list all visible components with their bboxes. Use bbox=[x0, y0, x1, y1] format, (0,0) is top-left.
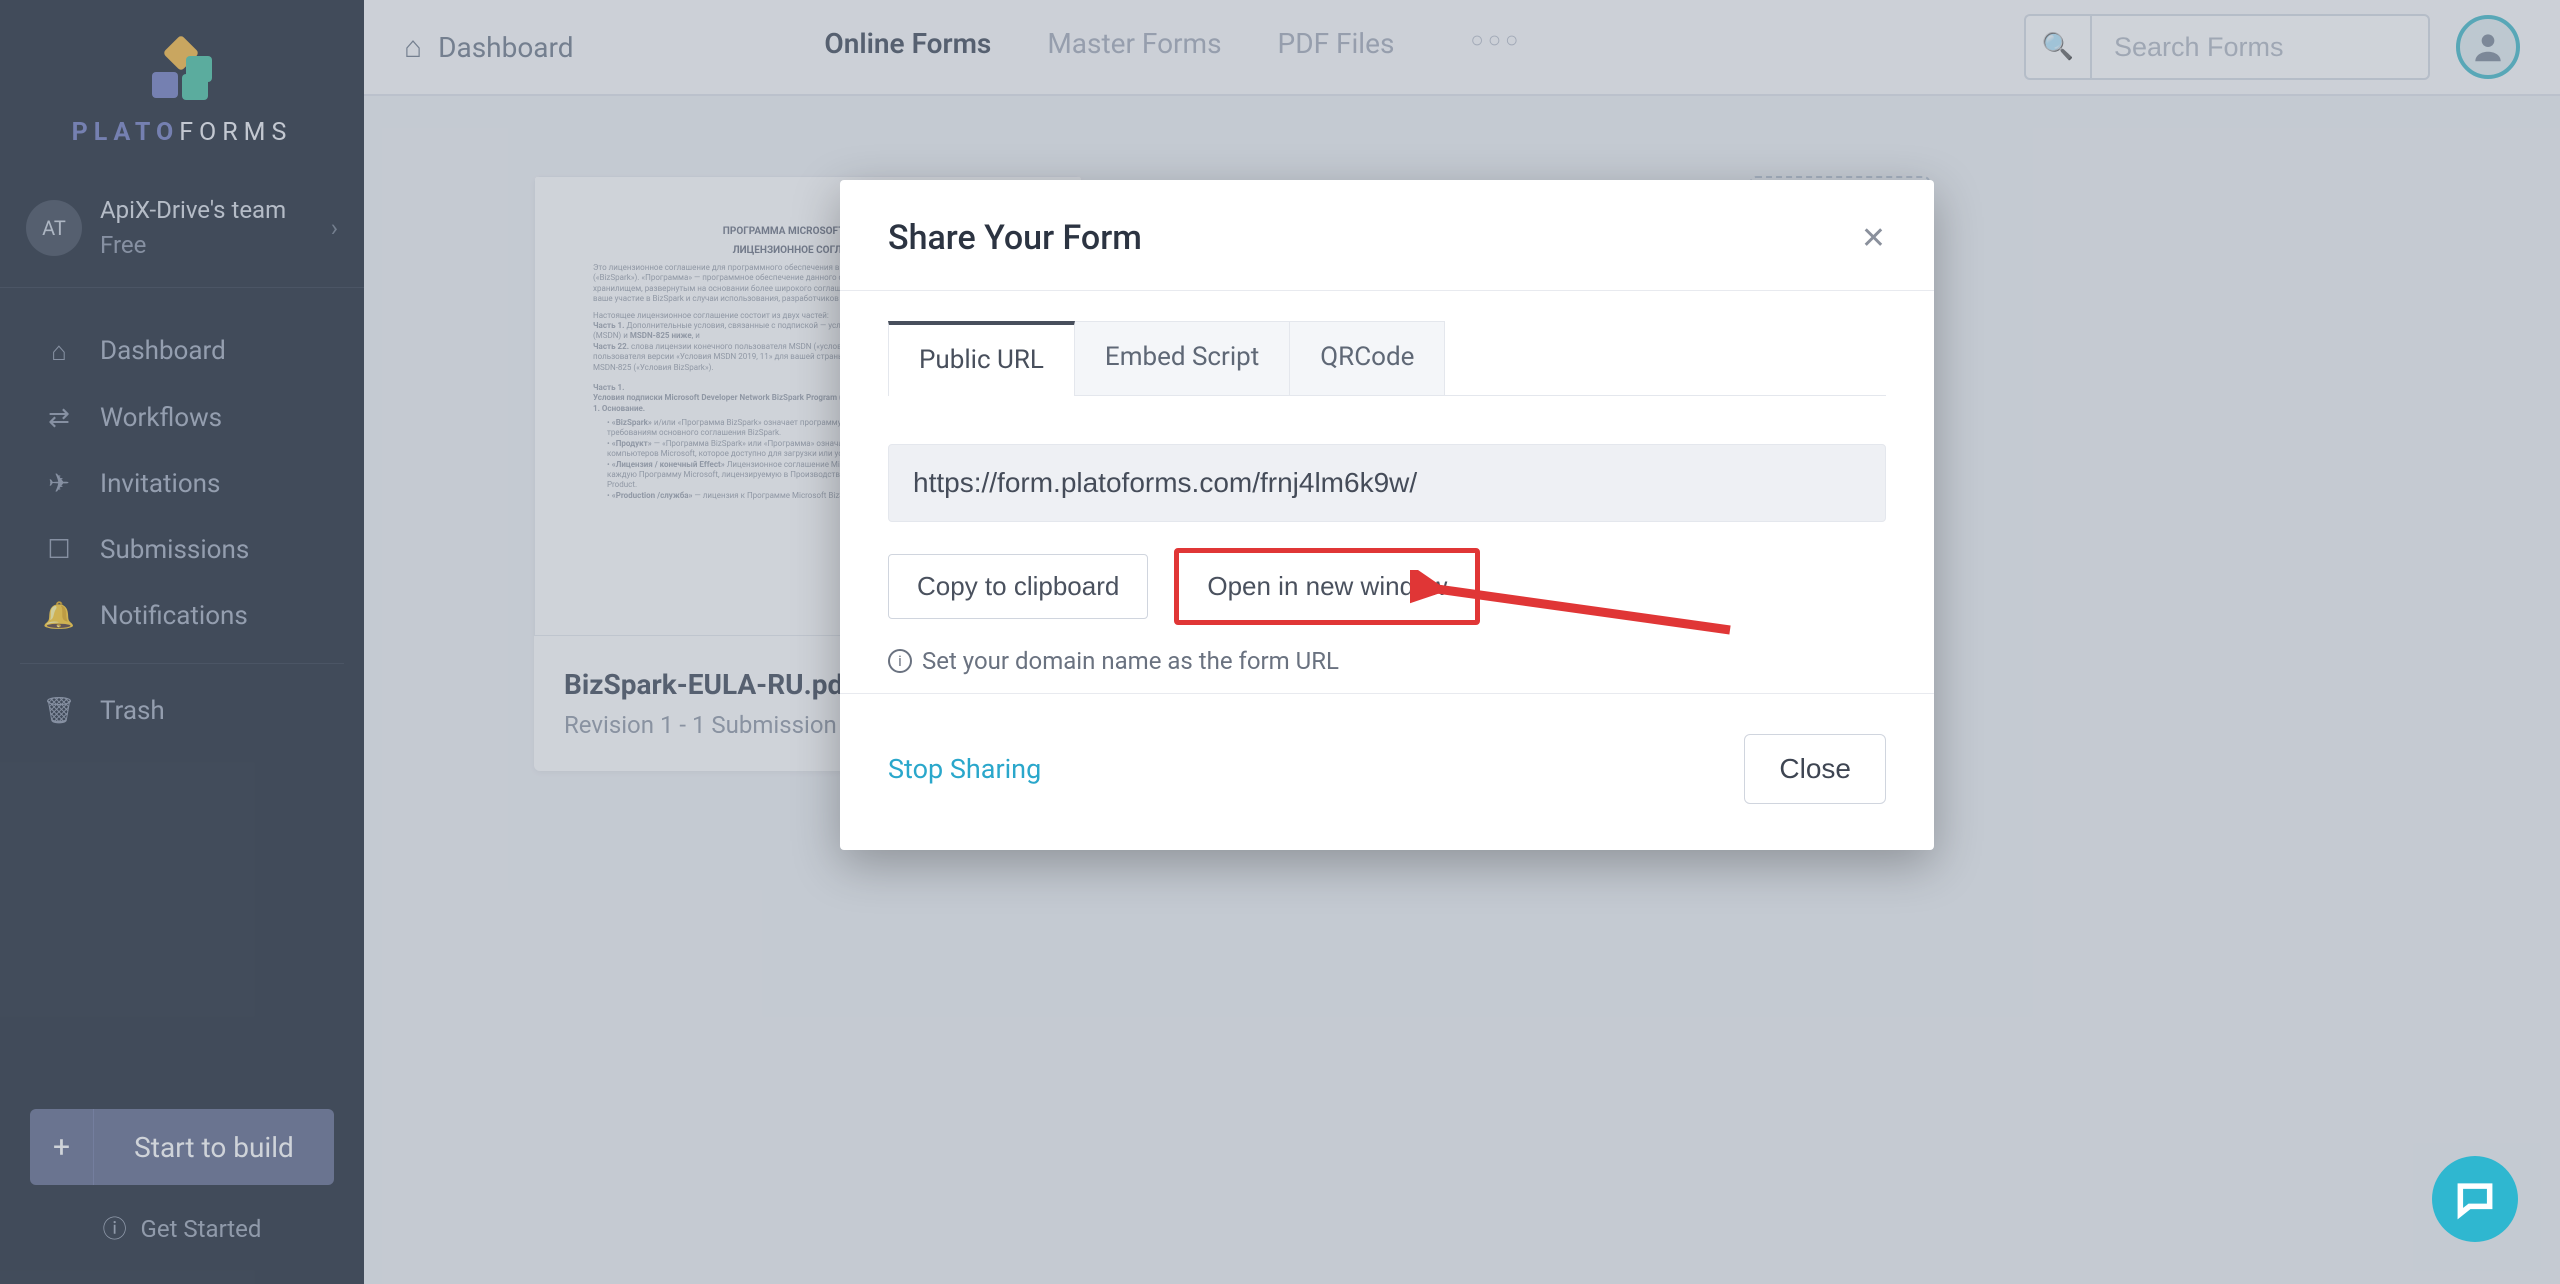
open-in-new-window-button[interactable]: Open in new window bbox=[1174, 548, 1480, 625]
domain-hint[interactable]: i Set your domain name as the form URL bbox=[888, 647, 1886, 675]
chat-icon bbox=[2453, 1177, 2497, 1221]
domain-hint-text: Set your domain name as the form URL bbox=[922, 647, 1339, 675]
close-button[interactable]: Close bbox=[1744, 734, 1886, 804]
chat-widget-button[interactable] bbox=[2432, 1156, 2518, 1242]
modal-tabs: Public URL Embed Script QRCode bbox=[888, 321, 1886, 396]
stop-sharing-link[interactable]: Stop Sharing bbox=[888, 753, 1041, 785]
copy-to-clipboard-button[interactable]: Copy to clipboard bbox=[888, 554, 1148, 619]
tab-embed-script[interactable]: Embed Script bbox=[1074, 321, 1290, 395]
modal-title: Share Your Form bbox=[888, 218, 1142, 258]
share-form-modal: Share Your Form ✕ Public URL Embed Scrip… bbox=[840, 180, 1934, 850]
close-icon[interactable]: ✕ bbox=[1861, 221, 1886, 256]
info-icon: i bbox=[888, 649, 912, 673]
tab-qrcode[interactable]: QRCode bbox=[1289, 321, 1445, 395]
share-url-field[interactable] bbox=[888, 444, 1886, 522]
tab-public-url[interactable]: Public URL bbox=[888, 321, 1075, 395]
